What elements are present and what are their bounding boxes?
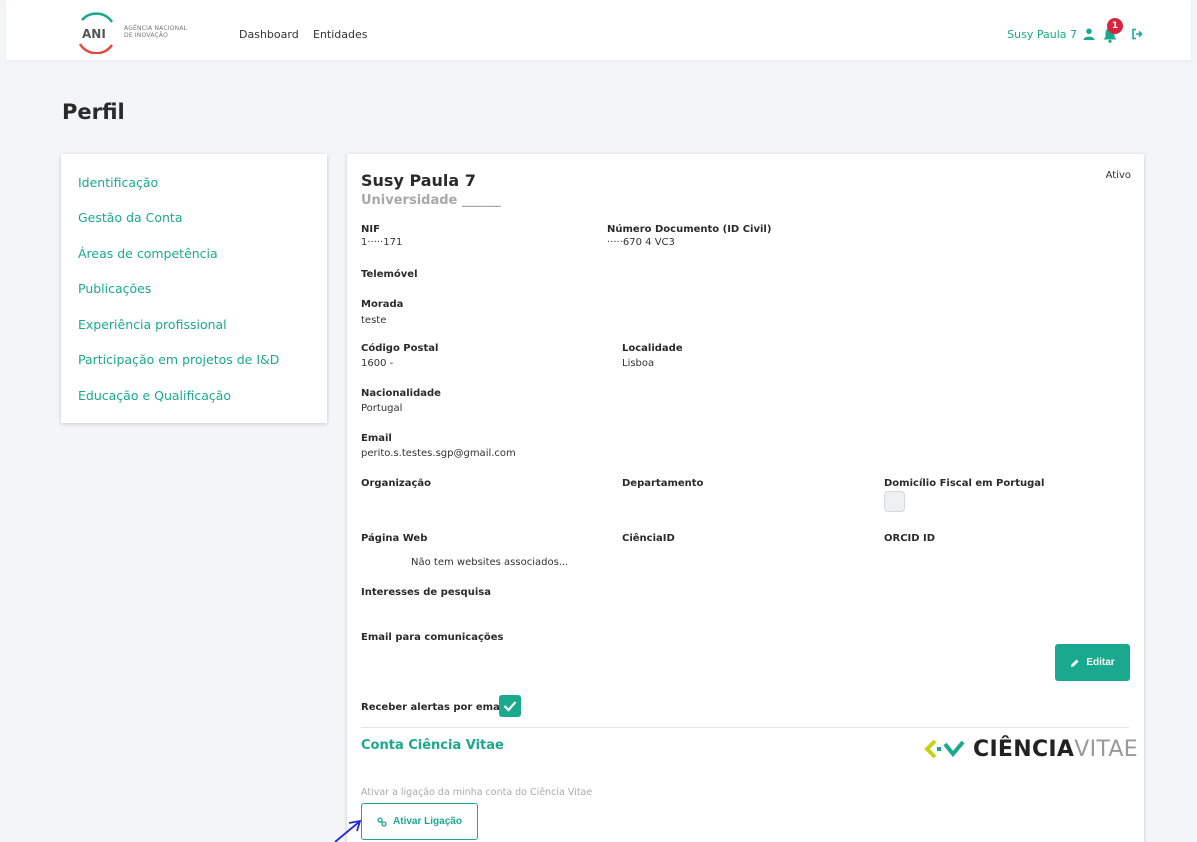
nationality-value: Portugal — [361, 403, 403, 414]
tax-residence-checkbox[interactable] — [884, 491, 905, 512]
nif-label: NIF — [361, 224, 380, 235]
notifications[interactable]: 1 — [1101, 18, 1123, 44]
nationality-label: Nacionalidade — [361, 388, 441, 399]
ciencia-vitae-mark-icon — [924, 739, 965, 759]
annotation-arrow-icon — [334, 819, 362, 842]
ani-logo[interactable]: ANI AGÊNCIA NACIONAL DE INOVAÇÃO — [74, 12, 194, 54]
locality-value: Lisboa — [622, 358, 655, 369]
logo-subtitle: AGÊNCIA NACIONAL DE INOVAÇÃO — [124, 25, 187, 39]
doc-value: ·····670 4 VC3 — [607, 237, 675, 246]
postal-value: 1600 - — [361, 358, 394, 369]
nav-entidades[interactable]: Entidades — [313, 28, 368, 41]
address-value: teste — [361, 315, 387, 326]
edit-button-label: Editar — [1086, 657, 1115, 668]
status-badge: Ativo — [1105, 170, 1131, 181]
check-icon — [503, 701, 517, 712]
logo-subtitle-line1: AGÊNCIA NACIONAL — [124, 25, 188, 32]
profile-menu: Identificação Gestão da Conta Áreas de c… — [61, 154, 327, 423]
menu-item-identificacao[interactable]: Identificação — [78, 175, 158, 190]
department-label: Departamento — [622, 478, 704, 489]
ciencia-vitae-title: Conta Ciência Vitae — [361, 738, 504, 753]
address-label: Morada — [361, 299, 404, 310]
logo-subtitle-line2: DE INOVAÇÃO — [124, 32, 169, 39]
profile-card: Susy Paula 7 Universidade ______ Ativo N… — [347, 154, 1144, 842]
menu-item-projetos-id[interactable]: Participação em projetos de I&D — [78, 352, 279, 367]
website-empty-text: Não tem websites associados... — [411, 557, 569, 568]
tax-residence-label: Domicílio Fiscal em Portugal — [884, 478, 1045, 489]
email-label: Email — [361, 433, 392, 444]
user-area: Susy Paula 7 1 — [1007, 18, 1143, 46]
profile-organization: Universidade ______ — [361, 193, 501, 208]
top-navbar: ANI AGÊNCIA NACIONAL DE INOVAÇÃO Dashboa… — [6, 0, 1191, 60]
ciencia-vitae-hint: Ativar a ligação da minha conta do Ciênc… — [361, 787, 593, 798]
nif-value: 1·····171 — [361, 237, 403, 246]
logout-icon[interactable] — [1131, 28, 1143, 40]
edit-button[interactable]: Editar — [1055, 644, 1130, 681]
research-interests-label: Interesses de pesquisa — [361, 587, 491, 598]
email-alerts-checkbox[interactable] — [499, 695, 521, 717]
menu-item-areas-competencia[interactable]: Áreas de competência — [78, 246, 218, 261]
ciencia-vitae-logo: CIÊNCIAVITAE — [923, 736, 1138, 762]
website-label: Página Web — [361, 533, 428, 544]
link-icon — [377, 816, 387, 827]
menu-item-experiencia[interactable]: Experiência profissional — [78, 317, 227, 332]
doc-label: Número Documento (ID Civil) — [607, 224, 772, 235]
profile-name: Susy Paula 7 — [361, 171, 476, 190]
locality-label: Localidade — [622, 343, 683, 354]
activate-link-label: Ativar Ligação — [393, 816, 462, 827]
cv-logo-light: VITAE — [1074, 736, 1138, 762]
cv-logo-bold: CIÊNCIA — [973, 736, 1075, 762]
menu-item-publicacoes[interactable]: Publicações — [78, 281, 151, 296]
pencil-icon — [1071, 659, 1079, 667]
email-alerts-label: Receber alertas por email — [361, 702, 507, 713]
comm-email-label: Email para comunicações — [361, 632, 504, 643]
section-divider — [361, 727, 1129, 728]
user-icon[interactable] — [1083, 28, 1095, 40]
logo-text: ANI — [82, 27, 106, 41]
postal-label: Código Postal — [361, 343, 439, 354]
nav-dashboard[interactable]: Dashboard — [239, 28, 299, 41]
ani-logo-mark: ANI — [78, 12, 114, 54]
orcid-label: ORCID ID — [884, 533, 936, 544]
email-value: perito.s.testes.sgp@gmail.com — [361, 448, 516, 459]
organization-label: Organização — [361, 478, 431, 489]
page-title: Perfil — [62, 100, 125, 124]
menu-item-educacao[interactable]: Educação e Qualificação — [78, 388, 231, 403]
menu-item-gestao-conta[interactable]: Gestão da Conta — [78, 210, 183, 225]
user-name-link[interactable]: Susy Paula 7 — [1007, 28, 1077, 41]
notification-badge: 1 — [1107, 18, 1123, 34]
phone-label: Telemóvel — [361, 269, 418, 280]
cienciaid-label: CiênciaID — [622, 533, 675, 544]
activate-link-button[interactable]: Ativar Ligação — [361, 803, 478, 840]
